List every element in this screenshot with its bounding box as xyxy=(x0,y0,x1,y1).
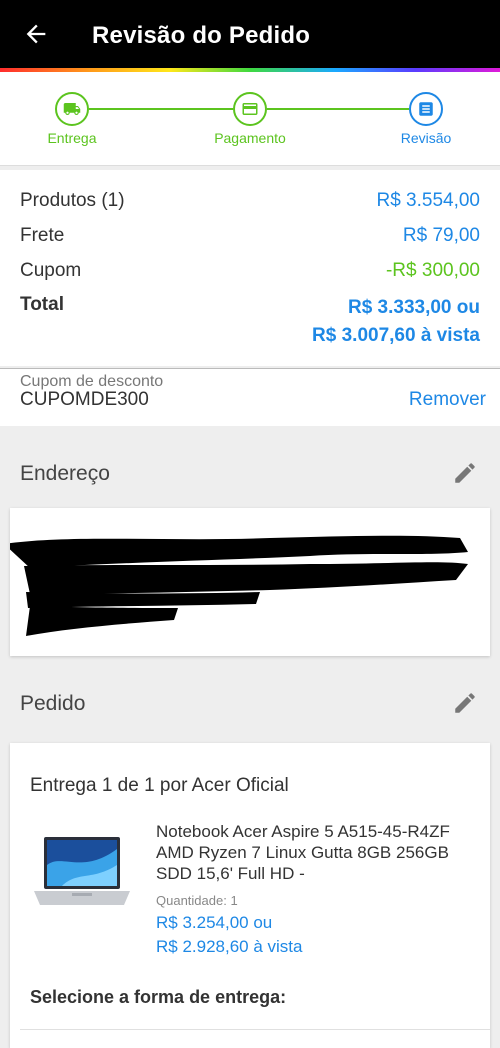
product-name[interactable]: Notebook Acer Aspire 5 A515-45-R4ZF AMD … xyxy=(156,821,476,884)
redacted-address-scribble xyxy=(10,535,468,636)
laptop-product-image[interactable] xyxy=(32,835,132,915)
step-entrega[interactable] xyxy=(55,92,89,126)
select-delivery-heading: Selecione a forma de entrega: xyxy=(30,987,287,1007)
product-quantity: Quantidade: 1 xyxy=(156,893,238,908)
total-installment: R$ 3.333,00 ou xyxy=(347,297,480,318)
step-label-entrega: Entrega xyxy=(47,130,97,146)
app-bar: Revisão do Pedido xyxy=(0,0,500,68)
products-label: Produtos (1) xyxy=(20,190,125,211)
divider xyxy=(20,1029,490,1030)
product-price-cash: R$ 2.928,60 à vista xyxy=(156,937,303,956)
credit-card-icon xyxy=(242,103,258,115)
products-value: R$ 3.554,00 xyxy=(376,190,480,211)
total-cash: R$ 3.007,60 à vista xyxy=(312,325,480,346)
edit-address-pencil-icon[interactable] xyxy=(452,460,478,486)
checkout-stepper: Entrega Pagamento Revisão xyxy=(0,72,500,166)
step-label-pagamento: Pagamento xyxy=(214,130,286,146)
page-title: Revisão do Pedido xyxy=(92,22,311,49)
step-connector xyxy=(89,108,233,110)
step-pagamento[interactable] xyxy=(233,92,267,126)
remove-coupon-button[interactable]: Remover xyxy=(409,389,486,411)
total-label: Total xyxy=(20,294,64,315)
back-arrow-icon[interactable] xyxy=(22,20,50,48)
freight-label: Frete xyxy=(20,225,65,246)
step-label-revisao: Revisão xyxy=(400,130,452,146)
step-revisao[interactable] xyxy=(409,92,443,126)
step-connector xyxy=(267,108,409,110)
document-icon xyxy=(419,102,433,116)
total-value: R$ 3.333,00 ou R$ 3.007,60 à vista xyxy=(312,294,480,350)
coupon-code[interactable]: CUPOMDE300 xyxy=(20,389,149,411)
edit-order-pencil-icon[interactable] xyxy=(452,690,478,716)
order-card: Entrega 1 de 1 por Acer Oficial Notebook… xyxy=(10,743,490,1048)
coupon-discount-label: Cupom xyxy=(20,260,82,281)
coupon-field[interactable]: Cupom de desconto CUPOMDE300 Remover xyxy=(0,368,500,426)
address-card[interactable] xyxy=(10,508,490,656)
product-price-installment: R$ 3.254,00 ou xyxy=(156,913,273,932)
truck-icon xyxy=(63,103,81,115)
address-section-title: Endereço xyxy=(20,462,110,485)
order-summary: Produtos (1) R$ 3.554,00 Frete R$ 79,00 … xyxy=(0,170,500,366)
freight-value: R$ 79,00 xyxy=(402,225,480,246)
order-section-title: Pedido xyxy=(20,692,86,715)
delivery-heading: Entrega 1 de 1 por Acer Oficial xyxy=(30,775,289,796)
coupon-discount-value: -R$ 300,00 xyxy=(385,260,480,281)
